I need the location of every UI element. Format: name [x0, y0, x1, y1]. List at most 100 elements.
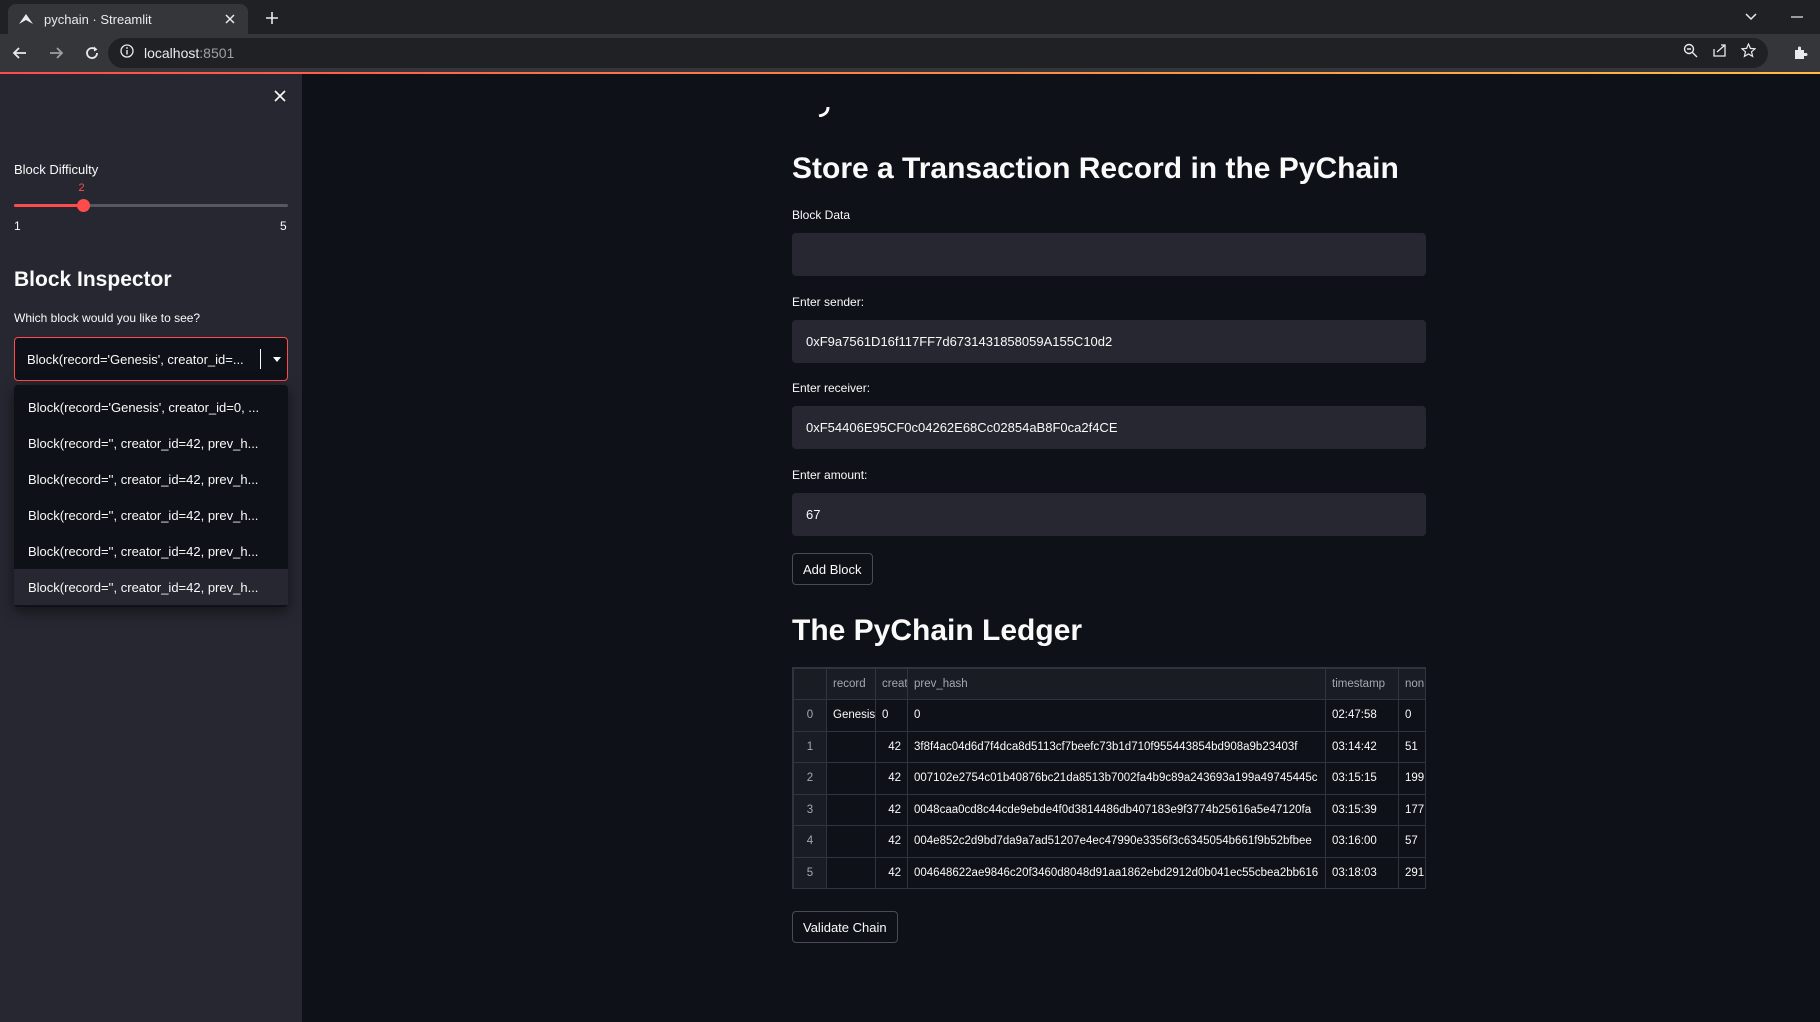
cell-prev-hash[interactable]: 007102e2754c01b40876bc21da8513b7002fa4b9…: [907, 762, 1326, 795]
block-difficulty-slider[interactable]: [14, 199, 288, 212]
forward-icon[interactable]: [40, 37, 72, 69]
cell-nonce[interactable]: 0: [1398, 699, 1425, 732]
cell-record[interactable]: [826, 793, 876, 826]
cell-nonce[interactable]: 51: [1398, 730, 1425, 763]
dropdown-option[interactable]: Block(record='', creator_id=42, prev_h..…: [14, 533, 288, 569]
cell-record[interactable]: [826, 762, 876, 795]
block-select-label: Which block would you like to see?: [14, 311, 201, 325]
row-index: 0: [793, 699, 827, 732]
chevron-down-icon[interactable]: [267, 356, 287, 362]
cell-timestamp[interactable]: 03:15:39: [1325, 793, 1399, 826]
slider-fill: [14, 204, 83, 207]
table-row: 4 42 004e852c2d9bd7da9a7ad51207e4ec47990…: [793, 825, 1425, 858]
cell-prev-hash[interactable]: 0048caa0cd8c44cde9ebde4f0d3814486db40718…: [907, 793, 1326, 826]
receiver-label: Enter receiver:: [792, 381, 871, 395]
address-bar-actions: [1683, 42, 1757, 63]
cell-timestamp[interactable]: 03:18:03: [1325, 856, 1399, 888]
info-icon[interactable]: [120, 43, 134, 63]
column-header-nonce[interactable]: non: [1398, 668, 1425, 700]
cell-nonce[interactable]: 291: [1398, 856, 1425, 888]
cell-timestamp[interactable]: 03:14:42: [1325, 730, 1399, 763]
cell-timestamp[interactable]: 03:16:00: [1325, 825, 1399, 858]
table-header-row: record creat prev_hash timestamp non: [793, 668, 1425, 700]
tab-search-icon[interactable]: [1728, 0, 1774, 34]
sender-input[interactable]: [792, 320, 1426, 363]
sidebar-close-icon[interactable]: [270, 86, 290, 106]
sidebar: Block Difficulty 2 1 5 Block Inspector W…: [0, 74, 302, 1022]
cell-prev-hash[interactable]: 0: [907, 699, 1326, 732]
dropdown-option-label: Block(record='', creator_id=42, prev_h..…: [28, 435, 259, 451]
block-inspector-heading: Block Inspector: [14, 268, 172, 291]
cell-creator[interactable]: 42: [875, 825, 908, 858]
url-text: localhost:8501: [144, 45, 1683, 61]
row-index: 4: [793, 825, 827, 858]
dropdown-option-label: Block(record='', creator_id=42, prev_h..…: [28, 471, 259, 487]
dropdown-option[interactable]: Block(record='', creator_id=42, prev_h..…: [14, 425, 288, 461]
cell-timestamp[interactable]: 02:47:58: [1325, 699, 1399, 732]
browser-tab[interactable]: pychain · Streamlit: [8, 4, 248, 34]
dropdown-option[interactable]: Block(record='Genesis', creator_id=0, ..…: [14, 389, 288, 425]
table-row: 3 42 0048caa0cd8c44cde9ebde4f0d3814486db…: [793, 793, 1425, 826]
cell-creator[interactable]: 42: [875, 730, 908, 763]
dropdown-option-label: Block(record='', creator_id=42, prev_h..…: [28, 543, 259, 559]
tab-close-icon[interactable]: [222, 11, 238, 27]
minimize-icon[interactable]: [1774, 0, 1820, 34]
cell-prev-hash[interactable]: 004648622ae9846c20f3460d8048d91aa1862ebd…: [907, 856, 1326, 888]
extensions-puzzle-icon[interactable]: [1788, 41, 1812, 65]
cell-creator[interactable]: 0: [875, 699, 908, 732]
add-block-button[interactable]: Add Block: [792, 553, 873, 585]
dropdown-option-label: Block(record='Genesis', creator_id=0, ..…: [28, 399, 260, 415]
cell-record[interactable]: [826, 825, 876, 858]
cell-nonce[interactable]: 177: [1398, 793, 1425, 826]
streamlit-icon: [18, 11, 34, 27]
row-index: 1: [793, 730, 827, 763]
validate-chain-button[interactable]: Validate Chain: [792, 911, 898, 943]
tab-title: pychain · Streamlit: [44, 11, 152, 27]
column-header-timestamp[interactable]: timestamp: [1325, 668, 1399, 700]
amount-label: Enter amount:: [792, 468, 868, 482]
dropdown-option[interactable]: Block(record='', creator_id=42, prev_h..…: [14, 461, 288, 497]
reload-icon[interactable]: [76, 37, 108, 69]
cell-prev-hash[interactable]: 3f8f4ac04d6d7f4dca8d5113cf7beefc73b1d710…: [907, 730, 1326, 763]
block-data-input[interactable]: [792, 233, 1426, 276]
browser-toolbar: localhost:8501: [0, 34, 1820, 72]
share-icon[interactable]: [1712, 43, 1727, 63]
back-icon[interactable]: [4, 37, 36, 69]
dropdown-option[interactable]: Block(record='', creator_id=42, prev_h..…: [14, 497, 288, 533]
cell-nonce[interactable]: 199: [1398, 762, 1425, 795]
cell-prev-hash[interactable]: 004e852c2d9bd7da9a7ad51207e4ec47990e3356…: [907, 825, 1326, 858]
slider-max-label: 5: [280, 219, 287, 233]
ledger-table[interactable]: record creat prev_hash timestamp non 0 G…: [792, 667, 1426, 889]
clipped-header-glyph: [818, 104, 830, 118]
block-select[interactable]: Block(record='Genesis', creator_id=...: [14, 337, 288, 381]
cell-timestamp[interactable]: 03:15:15: [1325, 762, 1399, 795]
amount-input[interactable]: [792, 493, 1426, 536]
column-header-record[interactable]: record: [826, 668, 876, 700]
column-header-prev-hash[interactable]: prev_hash: [907, 668, 1326, 700]
cell-record[interactable]: [826, 856, 876, 888]
row-index: 3: [793, 793, 827, 826]
cell-nonce[interactable]: 57: [1398, 825, 1425, 858]
slider-thumb[interactable]: [76, 199, 90, 212]
column-header-index: [793, 668, 827, 700]
receiver-input[interactable]: [792, 406, 1426, 449]
cell-record[interactable]: Genesis: [826, 699, 876, 732]
bookmark-star-icon[interactable]: [1740, 42, 1757, 63]
cell-creator[interactable]: 42: [875, 762, 908, 795]
url-port: :8501: [199, 45, 235, 61]
table-row: 5 42 004648622ae9846c20f3460d8048d91aa18…: [793, 856, 1425, 888]
row-index: 5: [793, 856, 827, 888]
page-title: Store a Transaction Record in the PyChai…: [792, 152, 1399, 185]
cell-creator[interactable]: 42: [875, 856, 908, 888]
select-cursor: [260, 349, 261, 369]
address-bar[interactable]: localhost:8501: [108, 38, 1768, 68]
column-header-creator[interactable]: creat: [875, 668, 908, 700]
dropdown-option-highlighted[interactable]: Block(record='', creator_id=42, prev_h..…: [14, 569, 288, 605]
cell-record[interactable]: [826, 730, 876, 763]
table-row: 0 Genesis 0 0 02:47:58 0: [793, 699, 1425, 732]
dropdown-option-label: Block(record='', creator_id=42, prev_h..…: [28, 579, 259, 595]
new-tab-icon[interactable]: [260, 6, 284, 30]
window-controls: [1728, 0, 1820, 34]
cell-creator[interactable]: 42: [875, 793, 908, 826]
zoom-icon[interactable]: [1683, 43, 1698, 63]
